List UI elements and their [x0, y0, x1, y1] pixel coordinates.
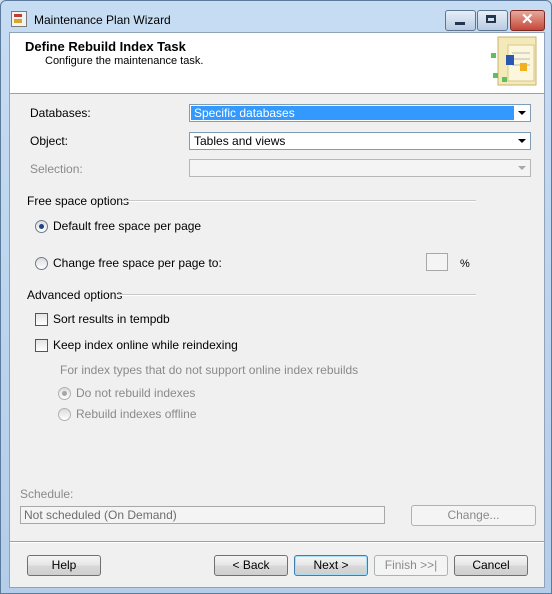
selection-combo[interactable] [189, 159, 531, 177]
wizard-client-area: Define Rebuild Index Task Configure the … [9, 32, 545, 588]
do-not-rebuild-radio[interactable] [58, 387, 71, 400]
databases-label: Databases: [30, 106, 91, 120]
dropdown-arrow-icon [515, 134, 529, 148]
free-space-group-title: Free space options [27, 194, 130, 208]
close-icon: ✕ [521, 11, 534, 28]
change-free-space-radio[interactable] [35, 257, 48, 270]
do-not-rebuild-label: Do not rebuild indexes [76, 386, 196, 400]
schedule-label: Schedule: [20, 487, 74, 501]
rebuild-offline-radio[interactable] [58, 408, 71, 421]
object-combo[interactable]: Tables and views [189, 132, 531, 150]
databases-combo[interactable]: Specific databases [189, 104, 531, 122]
free-space-divider [122, 200, 476, 202]
maximize-icon [486, 15, 496, 23]
page-subtitle: Configure the maintenance task. [45, 55, 204, 67]
selection-value [191, 161, 194, 175]
object-value: Tables and views [194, 134, 286, 148]
sort-tempdb-checkbox[interactable] [35, 313, 48, 326]
back-button[interactable]: < Back [214, 555, 288, 576]
default-free-space-radio[interactable] [35, 220, 48, 233]
change-schedule-button[interactable]: Change... [411, 505, 536, 526]
wizard-graphic [491, 36, 537, 86]
wizard-window: Maintenance Plan Wizard ✕ Define Rebuild… [0, 0, 552, 594]
rebuild-offline-label: Rebuild indexes offline [76, 407, 197, 421]
selection-label: Selection: [30, 162, 83, 176]
window-title: Maintenance Plan Wizard [34, 13, 171, 27]
schedule-field[interactable]: Not scheduled (On Demand) [20, 506, 385, 524]
minimize-icon [455, 22, 465, 25]
close-button[interactable]: ✕ [510, 10, 545, 31]
free-space-percent-input[interactable] [426, 253, 448, 271]
percent-unit-label: % [460, 258, 470, 270]
databases-value: Specific databases [191, 106, 514, 120]
keep-online-checkbox[interactable] [35, 339, 48, 352]
finish-button[interactable]: Finish >>| [374, 555, 448, 576]
title-bar[interactable]: Maintenance Plan Wizard ✕ [1, 1, 551, 35]
cancel-button[interactable]: Cancel [454, 555, 528, 576]
change-free-space-label: Change free space per page to: [53, 256, 222, 270]
dropdown-arrow-icon [515, 106, 529, 120]
next-button[interactable]: Next > [294, 555, 368, 576]
app-icon [11, 11, 27, 27]
online-note-label: For index types that do not support onli… [60, 363, 359, 377]
help-button[interactable]: Help [27, 555, 101, 576]
advanced-group-title: Advanced options [27, 288, 123, 302]
page-title: Define Rebuild Index Task [25, 39, 186, 54]
maximize-button[interactable] [477, 10, 508, 31]
sort-tempdb-label: Sort results in tempdb [53, 312, 170, 326]
footer-divider [10, 541, 544, 543]
dropdown-arrow-icon [515, 161, 529, 175]
object-label: Object: [30, 134, 69, 148]
advanced-divider [117, 294, 476, 296]
minimize-button[interactable] [445, 10, 476, 31]
default-free-space-label: Default free space per page [53, 219, 202, 233]
wizard-header: Define Rebuild Index Task Configure the … [10, 33, 544, 94]
keep-online-label: Keep index online while reindexing [53, 338, 238, 352]
